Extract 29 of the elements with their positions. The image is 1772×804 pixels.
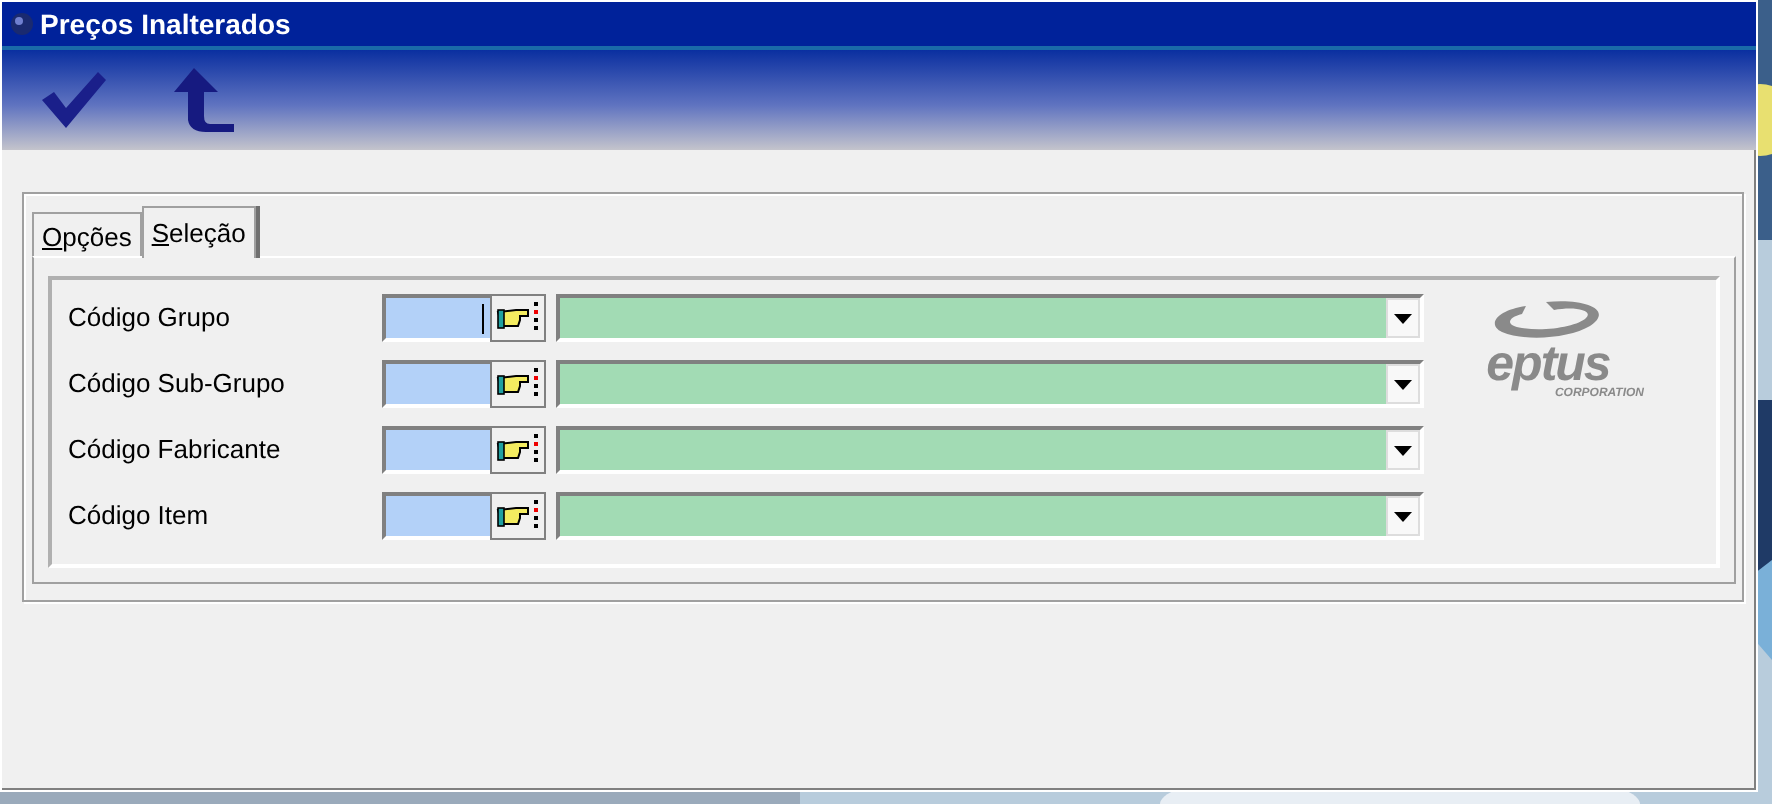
lookup-button[interactable]: [490, 360, 546, 408]
dropdown-field[interactable]: [556, 294, 1424, 342]
tab[interactable]: Seleção: [141, 206, 256, 258]
lookup-button[interactable]: [490, 426, 546, 474]
window-title: Preços Inalterados: [40, 5, 291, 44]
code-field[interactable]: [382, 360, 490, 408]
caret-down-icon: [1394, 379, 1412, 389]
code-field[interactable]: [382, 294, 490, 342]
caret-down-icon: [1394, 511, 1412, 521]
dropdown-field[interactable]: [556, 426, 1424, 474]
field-label: Código Grupo: [68, 300, 232, 337]
dropdown-button[interactable]: [1386, 430, 1420, 470]
dropdown-field[interactable]: [556, 492, 1424, 540]
window-icon: [10, 12, 34, 36]
caret-down-icon: [1394, 313, 1412, 323]
lookup-button[interactable]: [490, 492, 546, 540]
dropdown-field[interactable]: [556, 360, 1424, 408]
field-label: Código Fabricante: [68, 432, 283, 469]
dropdown-button[interactable]: [1386, 496, 1420, 536]
dropdown-button[interactable]: [1386, 364, 1420, 404]
tab[interactable]: Opções: [32, 212, 142, 256]
field-label: Código Sub-Grupo: [68, 366, 287, 403]
lookup-button[interactable]: [490, 294, 546, 342]
dropdown-button[interactable]: [1386, 298, 1420, 338]
code-field[interactable]: [382, 426, 490, 474]
code-field[interactable]: [382, 492, 490, 540]
caret-down-icon: [1394, 445, 1412, 455]
field-label: Código Item: [68, 498, 211, 535]
logo-wordmark: eptus: [1486, 342, 1610, 386]
